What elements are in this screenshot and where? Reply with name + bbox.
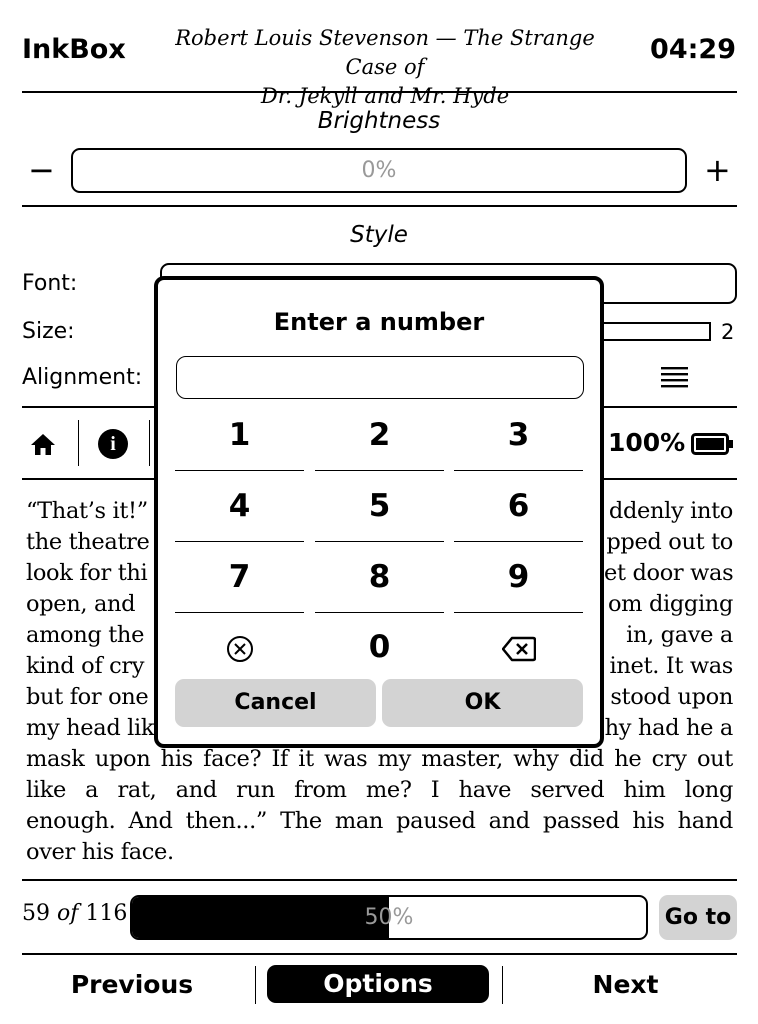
header-divider	[22, 91, 737, 93]
key-5[interactable]: 5	[315, 471, 444, 542]
toolbar-separator	[78, 420, 79, 466]
book-title: Robert Louis Stevenson — The Strange Cas…	[150, 24, 620, 111]
text-line: mask upon his face? If it was my master,…	[26, 746, 733, 772]
brightness-decrease-button[interactable]: −	[28, 150, 55, 190]
align-justify-icon[interactable]	[661, 365, 688, 389]
brightness-value: 0%	[361, 158, 397, 183]
book-title-line1: Robert Louis Stevenson — The Strange Cas…	[175, 26, 595, 79]
reading-progress-text: 50%	[364, 905, 414, 930]
key-0[interactable]: 0	[315, 612, 444, 683]
backspace-key[interactable]	[454, 612, 583, 683]
key-6[interactable]: 6	[454, 471, 583, 542]
key-2[interactable]: 2	[315, 400, 444, 471]
key-8[interactable]: 8	[315, 542, 444, 613]
battery-percent: 100%	[608, 428, 686, 457]
key-1[interactable]: 1	[175, 400, 304, 471]
text-line-fragment: ddenly into	[608, 498, 733, 524]
key-7[interactable]: 7	[175, 542, 304, 613]
page-of: of	[57, 901, 79, 926]
brightness-slider[interactable]: 0%	[71, 148, 687, 193]
number-dialog: Enter a number 1 2 3 4 5 6 7 8 9 0 Cance…	[154, 276, 604, 748]
key-3[interactable]: 3	[454, 400, 583, 471]
options-button[interactable]: Options	[267, 965, 489, 1003]
text-line: like a rat, and run from me? I have serv…	[26, 777, 733, 803]
text-line: enough. And then...” The man paused and …	[26, 808, 733, 834]
number-input[interactable]	[176, 356, 584, 399]
text-line-fragment: in, gave a	[626, 622, 733, 648]
size-label: Size:	[22, 319, 75, 344]
dialog-title: Enter a number	[273, 308, 485, 336]
text-line-fragment: pped out to	[606, 529, 733, 555]
key-4[interactable]: 4	[175, 471, 304, 542]
key-9[interactable]: 9	[454, 542, 583, 613]
book-title-line2: Dr. Jekyll and Mr. Hyde	[260, 84, 510, 108]
clear-key[interactable]	[175, 612, 304, 683]
reading-progress-bar[interactable]: 50%	[130, 895, 648, 940]
battery-full-icon	[691, 433, 733, 455]
page-total: 116	[85, 901, 128, 926]
backspace-icon	[501, 636, 536, 661]
next-button[interactable]: Next	[514, 964, 737, 1006]
home-icon[interactable]	[30, 431, 56, 457]
font-label: Font:	[22, 271, 78, 296]
ok-button[interactable]: OK	[382, 679, 583, 727]
goto-button[interactable]: Go to	[659, 895, 737, 940]
book-text-right-fragments: ddenly into pped out to et door was om digg…	[604, 496, 734, 744]
text-line: over his face.	[26, 839, 174, 865]
text-line-fragment: stood upon	[610, 684, 733, 710]
alignment-label: Alignment:	[22, 365, 143, 390]
app-name: InkBox	[22, 34, 126, 65]
text-line-fragment: inet. It was	[609, 653, 734, 679]
style-title: Style	[350, 222, 408, 248]
size-value: 2	[721, 320, 735, 344]
footer-divider	[22, 879, 737, 881]
bottom-divider	[22, 953, 737, 955]
text-line-fragment: om digging	[607, 591, 733, 617]
page-current: 59	[22, 901, 50, 926]
info-icon[interactable]: i	[98, 429, 128, 459]
brightness-increase-button[interactable]: +	[704, 150, 731, 190]
clear-circle-icon	[226, 635, 253, 662]
text-line-fragment: et door was	[604, 560, 734, 586]
brightness-title: Brightness	[317, 108, 441, 134]
clock: 04:29	[650, 34, 736, 65]
bottom-separator	[255, 966, 256, 1004]
cancel-button[interactable]: Cancel	[175, 679, 376, 727]
text-line-fragment: hy had he a	[604, 715, 734, 741]
toolbar-separator	[149, 420, 150, 466]
brightness-divider	[22, 205, 737, 207]
bottom-separator	[502, 966, 503, 1004]
previous-button[interactable]: Previous	[22, 964, 242, 1006]
page-indicator: 59 of 116	[22, 901, 127, 926]
